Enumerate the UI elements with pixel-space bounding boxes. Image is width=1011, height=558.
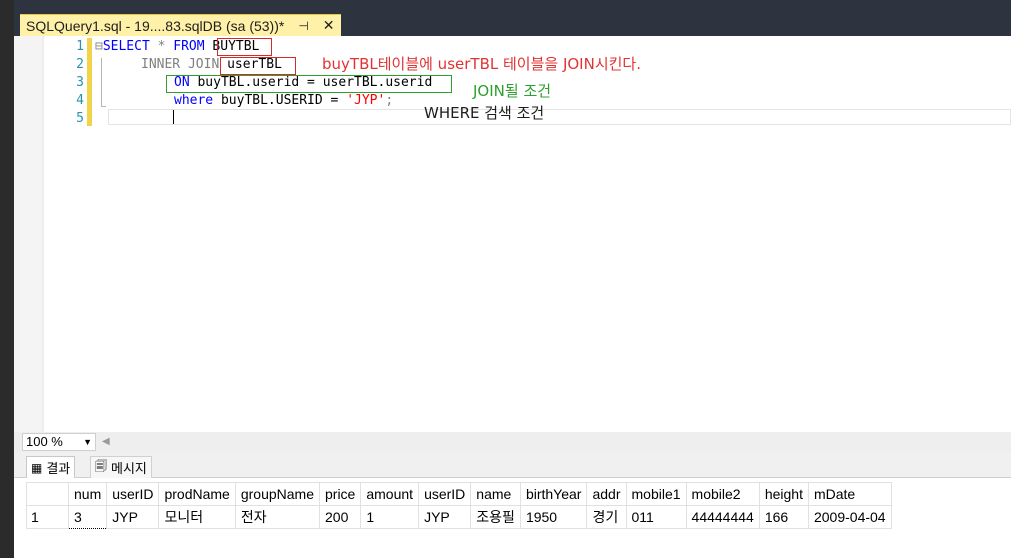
column-header[interactable]: height — [758, 482, 809, 506]
tab-results[interactable]: ▦ 결과 — [26, 456, 76, 478]
annotation-where-condition: WHERE 검색 조건 — [424, 104, 545, 122]
grid-cell[interactable]: 011 — [625, 505, 687, 529]
fold-guide-end — [101, 106, 106, 107]
grid-cell[interactable]: 모니터 — [158, 505, 236, 529]
results-grid[interactable]: num userID prodName groupName price amou… — [26, 482, 892, 529]
column-header[interactable]: mobile1 — [625, 482, 687, 506]
code-line-4[interactable]: where buyTBL.USERID = 'JYP'; — [174, 92, 393, 110]
editor-gutter — [14, 36, 42, 432]
close-icon[interactable]: ✕ — [323, 17, 335, 34]
keyword-where: where — [174, 93, 214, 108]
zoom-dropdown[interactable]: 100 % ▼ — [22, 433, 96, 451]
column-header[interactable]: addr — [586, 482, 627, 506]
highlight-box-on-clause — [166, 75, 452, 93]
grid-header-row: num userID prodName groupName price amou… — [26, 482, 892, 506]
annotation-join-condition: JOIN될 조건 — [473, 82, 552, 100]
grid-cell[interactable]: 44444444 — [685, 505, 760, 529]
text-caret — [173, 110, 174, 124]
scroll-left-icon[interactable]: ◀ — [102, 436, 110, 447]
column-header[interactable]: mDate — [807, 482, 892, 506]
annotation-join-note: buyTBL테이블에 userTBL 테이블을 JOIN시킨다. — [322, 55, 641, 73]
string-literal: 'JYP' — [346, 93, 386, 108]
left-window-edge — [0, 0, 14, 558]
change-tracking-bar — [87, 38, 92, 126]
keyword-inner-join: INNER JOIN — [141, 57, 220, 72]
column-header[interactable]: num — [67, 482, 108, 506]
line-number: 5 — [76, 111, 84, 126]
tab-messages-label: 메시지 — [111, 462, 147, 477]
line-number: 1 — [76, 39, 84, 54]
current-line-highlight — [108, 109, 1011, 125]
code-text: ; — [385, 93, 394, 108]
line-number: 4 — [76, 93, 84, 108]
grid-cell[interactable]: 조용필 — [470, 505, 521, 529]
pin-icon[interactable]: ⊣ — [298, 19, 308, 33]
tab-title: SQLQuery1.sql - 19....83.sqlDB (sa (53))… — [26, 17, 285, 34]
column-header[interactable]: groupName — [234, 482, 321, 506]
keyword-from: FROM — [173, 39, 205, 54]
column-header[interactable]: prodName — [158, 482, 236, 506]
grid-cell[interactable]: 경기 — [586, 505, 627, 529]
line-number: 2 — [76, 57, 84, 72]
message-icon: 🗐 — [95, 459, 107, 473]
gutter-divider — [42, 36, 44, 432]
editor-status-bar — [14, 432, 1011, 452]
collapse-icon[interactable]: ⊟ — [95, 39, 103, 54]
query-document-tab[interactable]: SQLQuery1.sql - 19....83.sqlDB (sa (53))… — [20, 14, 341, 36]
results-tab-strip — [14, 452, 1011, 478]
table-row[interactable]: 1 3 JYP 모니터 전자 200 1 JYP 조용필 1950 경기 011… — [26, 505, 892, 529]
column-header[interactable]: name — [470, 482, 521, 506]
column-header[interactable]: userID — [106, 482, 160, 506]
row-header[interactable]: 1 — [26, 505, 69, 529]
code-text: buyTBL.USERID = — [213, 93, 347, 108]
grid-cell[interactable]: JYP — [106, 505, 160, 529]
grid-icon: ▦ — [31, 460, 43, 475]
grid-cell[interactable]: 1950 — [519, 505, 588, 529]
highlight-box-buytbl — [217, 38, 272, 56]
chevron-down-icon[interactable]: ▼ — [83, 434, 92, 450]
column-header[interactable]: mobile2 — [685, 482, 760, 506]
column-header[interactable]: birthYear — [519, 482, 588, 506]
grid-cell[interactable]: JYP — [418, 505, 472, 529]
fold-guide — [101, 58, 102, 106]
line-number: 3 — [76, 75, 84, 90]
tab-messages[interactable]: 🗐 메시지 — [90, 456, 152, 478]
zoom-value: 100 % — [26, 434, 63, 449]
code-text: * — [149, 39, 174, 54]
column-header[interactable]: price — [318, 482, 362, 506]
highlight-box-usertbl — [220, 57, 296, 75]
grid-corner[interactable] — [26, 482, 69, 506]
column-header[interactable]: userID — [418, 482, 472, 506]
grid-cell[interactable]: 166 — [758, 505, 809, 529]
column-header[interactable]: amount — [360, 482, 420, 506]
keyword-select: SELECT — [102, 39, 150, 54]
grid-cell[interactable]: 1 — [360, 505, 420, 529]
grid-cell[interactable]: 3 — [67, 505, 108, 529]
grid-cell[interactable]: 200 — [318, 505, 362, 529]
grid-cell[interactable]: 전자 — [234, 505, 321, 529]
tab-results-label: 결과 — [46, 462, 71, 477]
grid-cell[interactable]: 2009-04-04 — [807, 505, 892, 529]
